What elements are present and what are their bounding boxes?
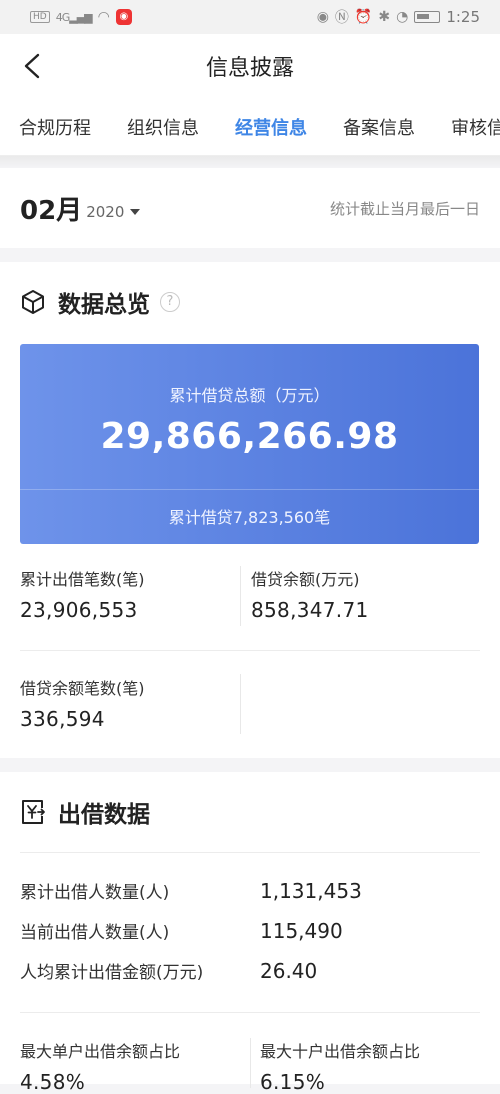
wifi-icon: ◠	[97, 9, 110, 25]
stat-value: 336,594	[20, 707, 105, 731]
help-icon[interactable]: ?	[160, 292, 180, 312]
tab-operation-info[interactable]: 经营信息	[235, 114, 307, 140]
row-value: 26.40	[260, 958, 318, 983]
hd-badge: HD	[30, 11, 50, 23]
tab-compliance-history[interactable]: 合规历程	[19, 114, 91, 140]
tab-filing-info[interactable]: 备案信息	[343, 114, 415, 140]
app-notification-icon: ◉	[115, 9, 132, 25]
stat-divider	[240, 566, 241, 626]
tab-organization-info[interactable]: 组织信息	[127, 114, 199, 140]
stat-value: 4.58%	[20, 1070, 86, 1094]
eye-icon: ◉	[316, 9, 329, 25]
page-title: 信息披露	[205, 56, 294, 81]
stat-value: 23,906,553	[20, 598, 138, 622]
row-label: 当前出借人数量(人)	[20, 923, 170, 943]
stat-cumulative-lend-count: 累计出借笔数(笔) 23,906,553	[20, 566, 145, 622]
tab-bar: 合规历程 组织信息 经营信息 备案信息 审核信	[0, 98, 500, 156]
stat-value: 6.15%	[260, 1070, 326, 1094]
stat-max-single-ratio: 最大单户出借余额占比 4.58%	[20, 1038, 180, 1094]
stat-divider	[250, 1038, 251, 1088]
section-divider	[20, 852, 480, 853]
lending-header: 出借数据	[0, 772, 500, 852]
stat-label: 借贷余额(万元)	[251, 570, 360, 589]
stat-label: 最大单户出借余额占比	[20, 1042, 181, 1061]
lend-row-current-lenders: 当前出借人数量(人) 115,490	[20, 918, 480, 944]
stat-label: 借贷余额笔数(笔)	[20, 679, 145, 698]
total-loan-value: 29,866,266.98	[100, 416, 399, 457]
stat-label: 最大十户出借余额占比	[260, 1042, 421, 1061]
signal-icon: 4G▂▄▆	[55, 10, 93, 24]
chevron-down-icon[interactable]	[130, 209, 141, 215]
network-label: 4G	[55, 10, 70, 24]
clock-time: 1:25	[446, 8, 480, 26]
month-selector[interactable]: 02月 2020 统计截止当月最后一日	[0, 168, 500, 248]
stat-value: 858,347.71	[251, 598, 369, 622]
back-arrow-icon[interactable]	[20, 52, 48, 80]
status-bar: HD 4G▂▄▆ ◠ ◉ ◉ Ⓝ ⏰ ✱ ◔ 1:25	[0, 0, 500, 34]
statistics-note: 统计截止当月最后一日	[329, 199, 480, 218]
status-left: HD 4G▂▄▆ ◠ ◉	[30, 9, 132, 25]
cube-icon	[22, 290, 44, 314]
stat-label: 累计出借笔数(笔)	[20, 570, 145, 589]
battery-icon	[414, 11, 441, 23]
lend-row-avg-amount: 人均累计出借金额(万元) 26.40	[20, 958, 480, 984]
tab-shadow	[0, 156, 500, 168]
overview-section: 数据总览 ? 累计借贷总额（万元） 29,866,266.98 累计借贷7,82…	[0, 262, 500, 758]
nfc-icon: Ⓝ	[334, 10, 349, 26]
row-label: 人均累计出借金额(万元)	[20, 963, 204, 983]
month-label[interactable]: 02月	[20, 190, 82, 227]
alarm-icon: ⏰	[354, 9, 373, 25]
row-divider	[20, 1012, 480, 1013]
stat-loan-balance-count: 借贷余额笔数(笔) 336,594	[20, 675, 145, 731]
gauge-icon: ◔	[396, 9, 409, 25]
tab-audit-info[interactable]: 审核信	[451, 114, 500, 140]
stat-divider	[240, 674, 241, 734]
stat-loan-balance: 借贷余额(万元) 858,347.71	[251, 566, 369, 622]
overview-title: 数据总览	[58, 292, 150, 318]
lending-title: 出借数据	[58, 802, 150, 828]
overview-header: 数据总览 ?	[0, 262, 500, 342]
status-right: ◉ Ⓝ ⏰ ✱ ◔ 1:25	[317, 7, 480, 27]
yen-document-icon	[22, 800, 45, 824]
lending-section: 出借数据 累计出借人数量(人) 1,131,453 当前出借人数量(人) 115…	[0, 772, 500, 1094]
year-label[interactable]: 2020	[86, 203, 124, 221]
lend-row-cumulative-lenders: 累计出借人数量(人) 1,131,453	[20, 878, 480, 904]
row-value: 115,490	[260, 918, 343, 943]
total-loan-count: 累计借贷7,823,560笔	[168, 508, 331, 527]
row-divider	[20, 650, 480, 651]
total-loan-label: 累计借贷总额（万元）	[169, 386, 330, 405]
card-divider	[20, 489, 479, 490]
nav-bar: 信息披露	[0, 34, 500, 98]
total-loan-card: 累计借贷总额（万元） 29,866,266.98 累计借贷7,823,560笔	[20, 344, 479, 544]
stat-max-top10-ratio: 最大十户出借余额占比 6.15%	[260, 1038, 420, 1094]
row-value: 1,131,453	[260, 878, 362, 903]
bluetooth-icon: ✱	[378, 9, 391, 25]
row-label: 累计出借人数量(人)	[20, 883, 170, 903]
